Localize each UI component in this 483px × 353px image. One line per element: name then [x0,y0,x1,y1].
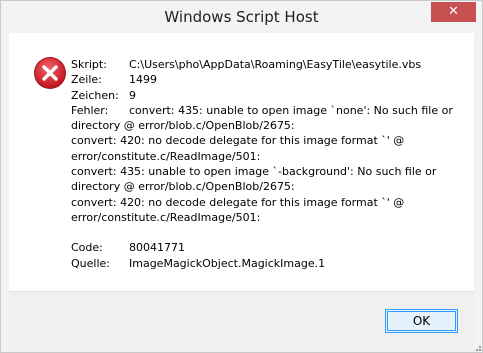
window-frame-left [1,33,9,352]
script-value: C:\Users\pho\AppData\Roaming\EasyTile\ea… [129,58,422,71]
error-text-line: directory @ error/blob.c/OpenBlob/2675: [71,119,295,133]
window-title: Windows Script Host [164,8,319,26]
script-row: Skript: C:\Users\pho\AppData\Roaming\Eas… [71,57,466,72]
resize-grip-icon[interactable] [472,342,482,352]
line-row: Zeile: 1499 [71,72,466,87]
error-icon [34,57,66,89]
code-row: Code: 80041771 [71,240,466,255]
error-label: Fehler: [71,103,109,117]
error-details: Skript: C:\Users\pho\AppData\Roaming\Eas… [71,57,466,271]
source-value: ImageMagickObject.MagickImage.1 [129,256,326,270]
window-frame-right [474,33,482,352]
button-bar: OK [9,291,474,345]
close-button[interactable]: ✕ [431,2,476,22]
focus-ring [387,311,456,331]
error-text-line: error/constitute.c/ReadImage/501: [71,210,261,224]
code-label: Code: [71,241,103,255]
char-row: Zeichen: 9 [71,88,466,103]
error-row: Fehler: convert: 435: unable to open ima… [71,103,466,118]
message-area: Skript: C:\Users\pho\AppData\Roaming\Eas… [9,33,474,291]
line-value: 1499 [129,73,157,87]
title-bar[interactable]: Windows Script Host ✕ [1,1,482,33]
error-text-line: error/constitute.c/ReadImage/501: [71,149,261,163]
error-text-line: convert: 420: no decode delegate for thi… [71,134,405,148]
error-text-line: convert: 435: unable to open image `none… [129,103,453,117]
close-icon: ✕ [448,4,459,19]
error-text-line: directory @ error/blob.c/OpenBlob/2675: [71,180,295,194]
error-text-line: convert: 420: no decode delegate for thi… [71,195,405,209]
script-label: Skript: [71,58,107,71]
code-value: 80041771 [129,241,185,255]
char-value: 9 [129,88,136,102]
ok-button[interactable]: OK [385,309,458,333]
source-label: Quelle: [71,256,110,270]
line-label: Zeile: [71,73,102,87]
dialog-window: Windows Script Host ✕ Skript: C:\Users\p… [0,0,483,353]
source-row: Quelle: ImageMagickObject.MagickImage.1 [71,256,466,271]
error-text-line: convert: 435: unable to open image `-bac… [71,165,437,179]
char-label: Zeichen: [71,88,119,102]
